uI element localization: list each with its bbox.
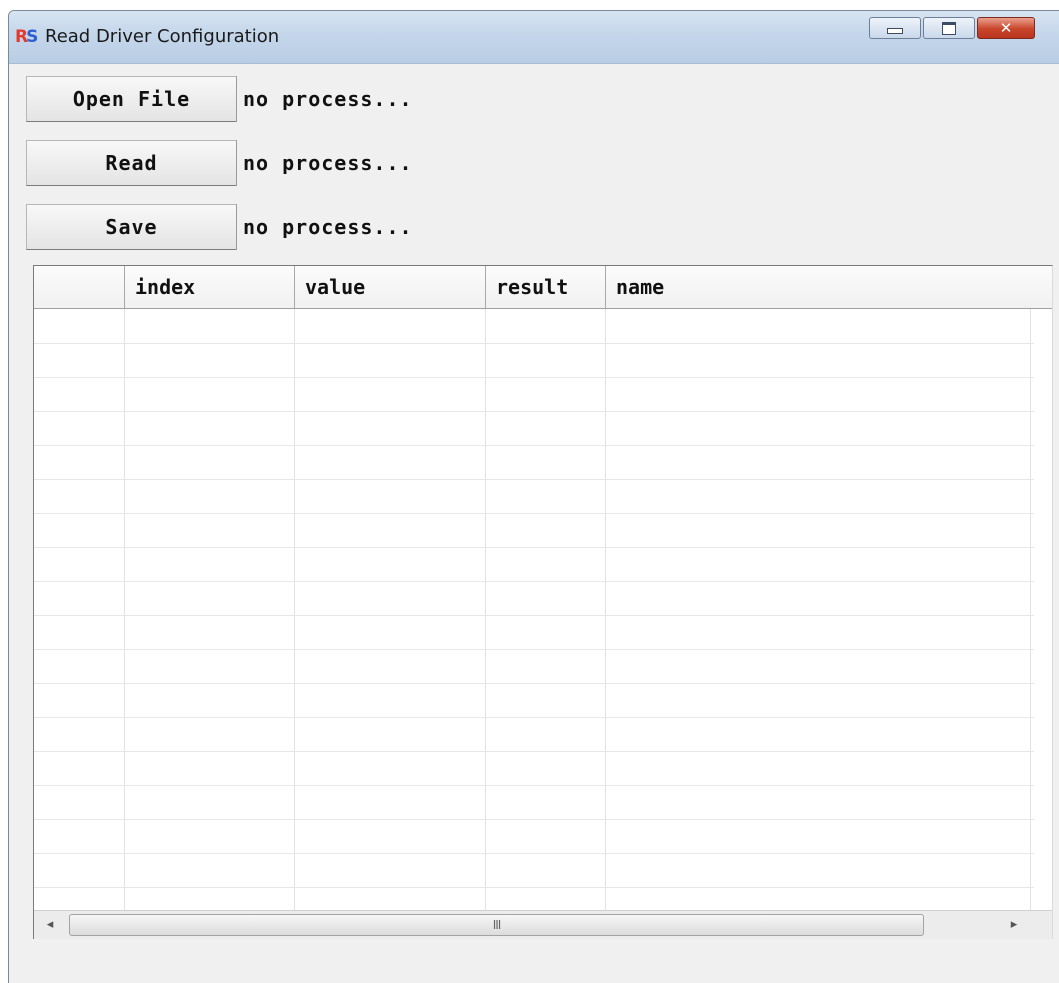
maximize-icon [942,21,956,35]
save-status: no process... [236,204,636,250]
table-row-divider [34,343,1034,344]
read-button[interactable]: Read [26,140,237,186]
table-row-divider [34,547,1034,548]
table-row-divider [34,717,1034,718]
save-button[interactable]: Save [26,204,237,250]
title-bar[interactable]: RS Read Driver Configuration ✕ [9,11,1059,64]
close-icon: ✕ [999,19,1013,37]
minimize-icon [887,28,903,34]
close-button[interactable]: ✕ [977,17,1035,39]
table-row-divider [34,445,1034,446]
table-header: index value result name [34,266,1052,309]
table-row-divider [34,785,1034,786]
column-header-value[interactable]: value [295,266,486,308]
app-window: RS Read Driver Configuration ✕ Open File… [8,10,1059,983]
window-title: Read Driver Configuration [45,26,280,47]
open-file-button[interactable]: Open File [26,76,237,122]
column-header-row-selector[interactable] [34,266,125,308]
read-status: no process... [236,140,636,186]
table-row-divider [34,683,1034,684]
column-divider [124,309,125,911]
table-row-divider [34,615,1034,616]
table-row-divider [34,513,1034,514]
maximize-button[interactable] [923,17,975,39]
column-divider [1030,309,1031,911]
column-header-index[interactable]: index [125,266,295,308]
table-row-divider [34,751,1034,752]
table-row-divider [34,649,1034,650]
table-row-divider [34,411,1034,412]
column-divider [294,309,295,911]
column-divider [605,309,606,911]
column-header-result[interactable]: result [486,266,606,308]
table-row-divider [34,479,1034,480]
table-row-divider [34,581,1034,582]
minimize-button[interactable] [869,17,921,39]
table-row-divider [34,819,1034,820]
table-row-divider [34,887,1034,888]
data-table[interactable]: index value result name ◂ III ▸ [33,265,1053,939]
app-icon: RS [15,27,38,47]
open-file-status: no process... [236,76,636,122]
scrollbar-thumb[interactable]: III [69,914,924,936]
table-row-divider [34,853,1034,854]
table-row-divider [34,377,1034,378]
scroll-right-icon[interactable]: ▸ [1002,914,1026,936]
column-divider [485,309,486,911]
column-header-name[interactable]: name [606,266,1052,308]
horizontal-scrollbar[interactable]: ◂ III ▸ [34,910,1052,939]
scroll-left-icon[interactable]: ◂ [38,914,62,936]
